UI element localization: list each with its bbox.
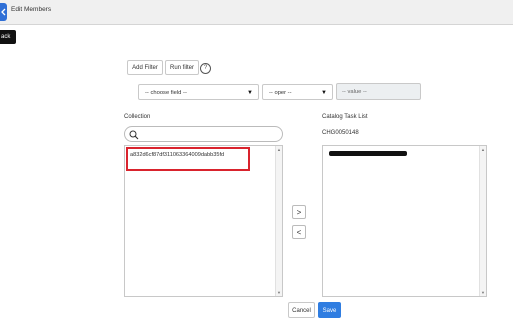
search-icon xyxy=(129,130,139,140)
run-filter-button[interactable]: Run filter xyxy=(165,60,199,75)
catalog-task-list-label: Catalog Task List xyxy=(322,114,368,120)
operator-value: -- oper -- xyxy=(269,90,292,96)
operator-select[interactable]: -- oper -- ▼ xyxy=(262,84,333,100)
window-header: Edit Members xyxy=(0,0,513,25)
redacted-entry xyxy=(329,151,407,156)
chevron-down-icon: ▼ xyxy=(247,90,253,96)
chevron-down-icon: ▼ xyxy=(321,90,327,96)
move-left-button[interactable]: < xyxy=(292,225,306,239)
record-number: CHG0050148 xyxy=(322,130,359,136)
save-button[interactable]: Save xyxy=(318,302,341,318)
scroll-down-icon[interactable]: ▼ xyxy=(277,290,281,295)
collection-label: Collection xyxy=(124,114,151,120)
scroll-down-icon[interactable]: ▼ xyxy=(481,290,485,295)
cancel-button[interactable]: Cancel xyxy=(288,302,315,318)
page-title: Edit Members xyxy=(11,6,52,13)
add-filter-button[interactable]: Add Filter xyxy=(127,60,163,75)
back-tooltip: ack xyxy=(0,30,16,44)
back-arrow-icon xyxy=(1,8,6,16)
help-icon[interactable]: ? xyxy=(200,63,211,74)
catalog-list-scrollbar[interactable]: ▲ ▼ xyxy=(479,146,486,296)
choose-field-select[interactable]: -- choose field -- ▼ xyxy=(138,84,259,100)
choose-field-value: -- choose field -- xyxy=(145,90,187,96)
catalog-task-list[interactable]: ▲ ▼ xyxy=(322,145,487,297)
scroll-up-icon[interactable]: ▲ xyxy=(481,147,485,152)
value-input[interactable]: -- value -- xyxy=(336,83,421,100)
collection-scrollbar[interactable]: ▲ ▼ xyxy=(275,146,282,296)
move-right-button[interactable]: > xyxy=(292,205,306,219)
back-button[interactable] xyxy=(0,3,7,21)
scroll-up-icon[interactable]: ▲ xyxy=(277,147,281,152)
highlight-box xyxy=(126,147,250,171)
collection-search-input[interactable] xyxy=(124,126,283,142)
